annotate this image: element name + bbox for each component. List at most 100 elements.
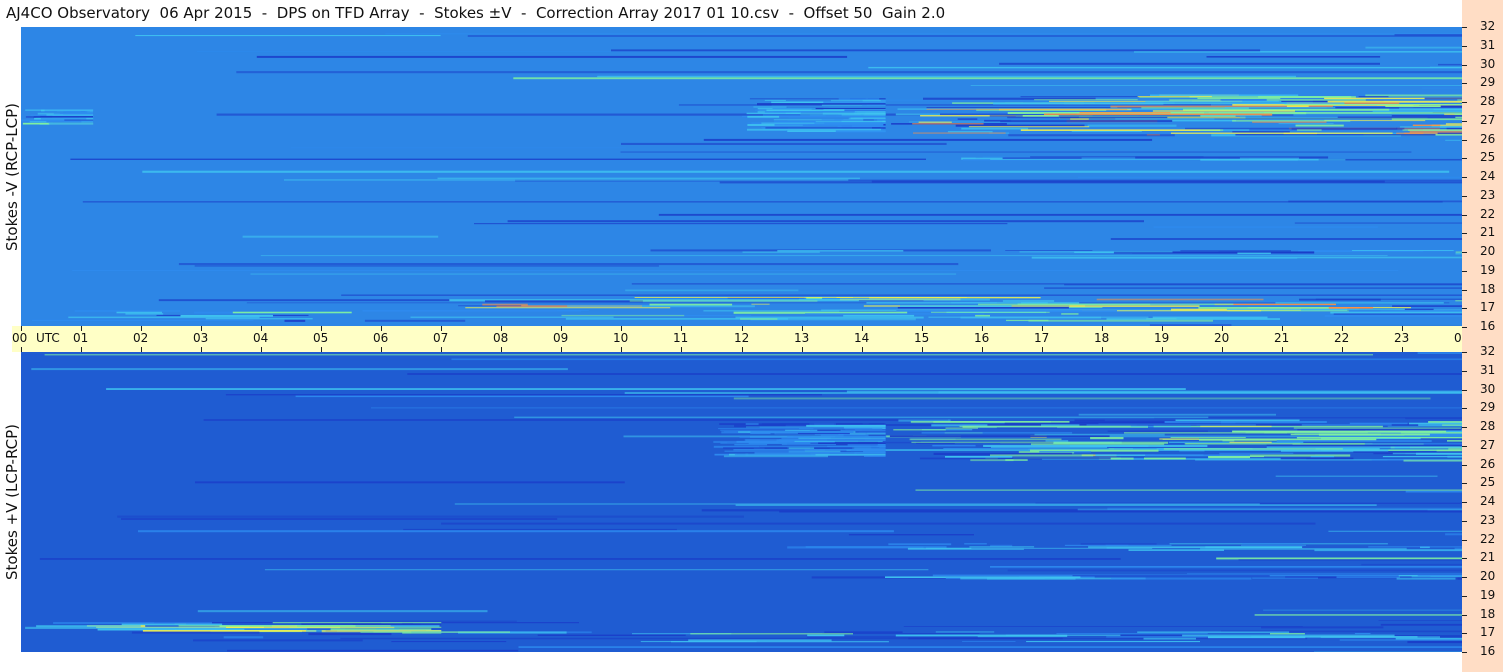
signal-segment — [747, 115, 780, 118]
signal-segment — [1045, 440, 1069, 442]
interference-stripe — [474, 223, 1008, 225]
interference-stripe — [848, 534, 974, 536]
signal-segment — [931, 311, 1050, 313]
signal-segment — [932, 444, 976, 447]
signal-segment — [1005, 250, 1093, 251]
frequency-tick — [1462, 290, 1467, 291]
interference-stripe — [903, 626, 1303, 627]
frequency-tick-label: 19 — [1480, 263, 1496, 277]
signal-segment — [962, 641, 1016, 642]
time-tick — [321, 347, 322, 352]
signal-segment — [1224, 107, 1336, 109]
frequency-tick-label: 16 — [1480, 644, 1496, 658]
signal-segment — [25, 109, 94, 111]
signal-segment — [787, 546, 924, 549]
frequency-tick-label: 32 — [1480, 344, 1496, 358]
interference-stripe — [1254, 614, 1462, 616]
signal-segment — [629, 300, 818, 302]
signal-segment — [116, 311, 162, 314]
interference-stripe — [451, 358, 1462, 361]
signal-segment — [1086, 424, 1256, 426]
interference-stripe — [1328, 530, 1462, 532]
signal-segment — [1222, 440, 1235, 442]
signal-segment — [1447, 440, 1462, 442]
interference-stripe — [1445, 533, 1462, 536]
signal-segment — [1239, 456, 1264, 458]
frequency-tick — [1462, 390, 1467, 391]
signal-segment — [1270, 158, 1346, 161]
signal-segment — [805, 313, 985, 315]
signal-segment — [990, 158, 1219, 160]
signal-segment — [909, 438, 1062, 441]
signal-segment — [1242, 543, 1303, 545]
time-tick — [1402, 347, 1403, 352]
signal-segment — [889, 435, 1110, 438]
signal-segment — [794, 440, 883, 442]
interference-stripe — [1417, 352, 1462, 354]
time-tick-label: 13 — [794, 331, 810, 345]
signal-segment — [1353, 451, 1462, 453]
signal-segment — [1020, 129, 1221, 131]
signal-segment — [1028, 319, 1213, 322]
signal-segment — [193, 639, 363, 642]
frequency-tick — [1462, 252, 1467, 253]
interference-stripe — [990, 566, 1462, 568]
time-tick — [922, 347, 923, 352]
signal-segment — [1349, 422, 1408, 425]
frequency-tick-label: 20 — [1480, 569, 1496, 583]
signal-segment — [1167, 116, 1246, 119]
signal-segment — [1137, 96, 1212, 98]
signal-segment — [1034, 99, 1138, 101]
time-tick-label: 03 — [193, 331, 209, 345]
interference-stripe — [1378, 620, 1462, 621]
frequency-tick — [1462, 446, 1467, 447]
time-tick-label: 10 — [613, 331, 629, 345]
frequency-tick — [1462, 540, 1467, 541]
frequency-tick — [1462, 196, 1467, 197]
signal-segment — [897, 307, 1069, 309]
signal-segment — [1252, 577, 1318, 579]
time-tick-label: 04 — [253, 331, 269, 345]
time-tick — [802, 347, 803, 352]
signal-segment — [961, 127, 1029, 130]
interference-stripe — [454, 503, 1260, 505]
signal-segment — [1286, 105, 1309, 108]
signal-segment — [841, 114, 886, 116]
frequency-tick — [1462, 521, 1467, 522]
frequency-tick-label: 29 — [1480, 75, 1496, 89]
interference-stripe — [360, 620, 517, 622]
signal-segment — [561, 314, 685, 317]
signal-segment — [391, 641, 507, 643]
frequency-tick-label: 26 — [1480, 457, 1496, 471]
interference-stripe — [295, 395, 749, 398]
signal-segment — [1455, 116, 1462, 119]
frequency-tick — [1462, 46, 1467, 47]
signal-segment — [806, 636, 978, 638]
interference-stripe — [441, 522, 1316, 525]
time-tick-label: 19 — [1154, 331, 1170, 345]
frequency-tick-label: 30 — [1480, 57, 1496, 71]
frequency-tick — [1462, 502, 1467, 503]
signal-segment — [1454, 113, 1462, 116]
signal-segment — [751, 303, 770, 305]
signal-segment — [935, 631, 995, 633]
signal-segment — [458, 305, 522, 307]
frequency-tick — [1462, 327, 1467, 328]
signal-segment — [1284, 104, 1462, 105]
signal-segment — [1382, 456, 1462, 458]
signal-segment — [1163, 448, 1343, 450]
signal-segment — [1026, 641, 1200, 643]
signal-segment — [740, 318, 778, 320]
time-tick — [381, 347, 382, 352]
chart-title: AJ4CO Observatory 06 Apr 2015 - DPS on T… — [6, 4, 946, 22]
time-tick — [1102, 347, 1103, 352]
signal-segment — [640, 641, 757, 643]
signal-segment — [764, 99, 786, 101]
spectrogram-top-canvas — [21, 27, 1462, 327]
signal-segment — [785, 112, 886, 114]
signal-segment — [760, 445, 886, 448]
interference-stripe — [385, 33, 1462, 35]
signal-segment — [1412, 124, 1441, 126]
signal-segment — [745, 439, 886, 441]
frequency-tick-label: 24 — [1480, 169, 1496, 183]
